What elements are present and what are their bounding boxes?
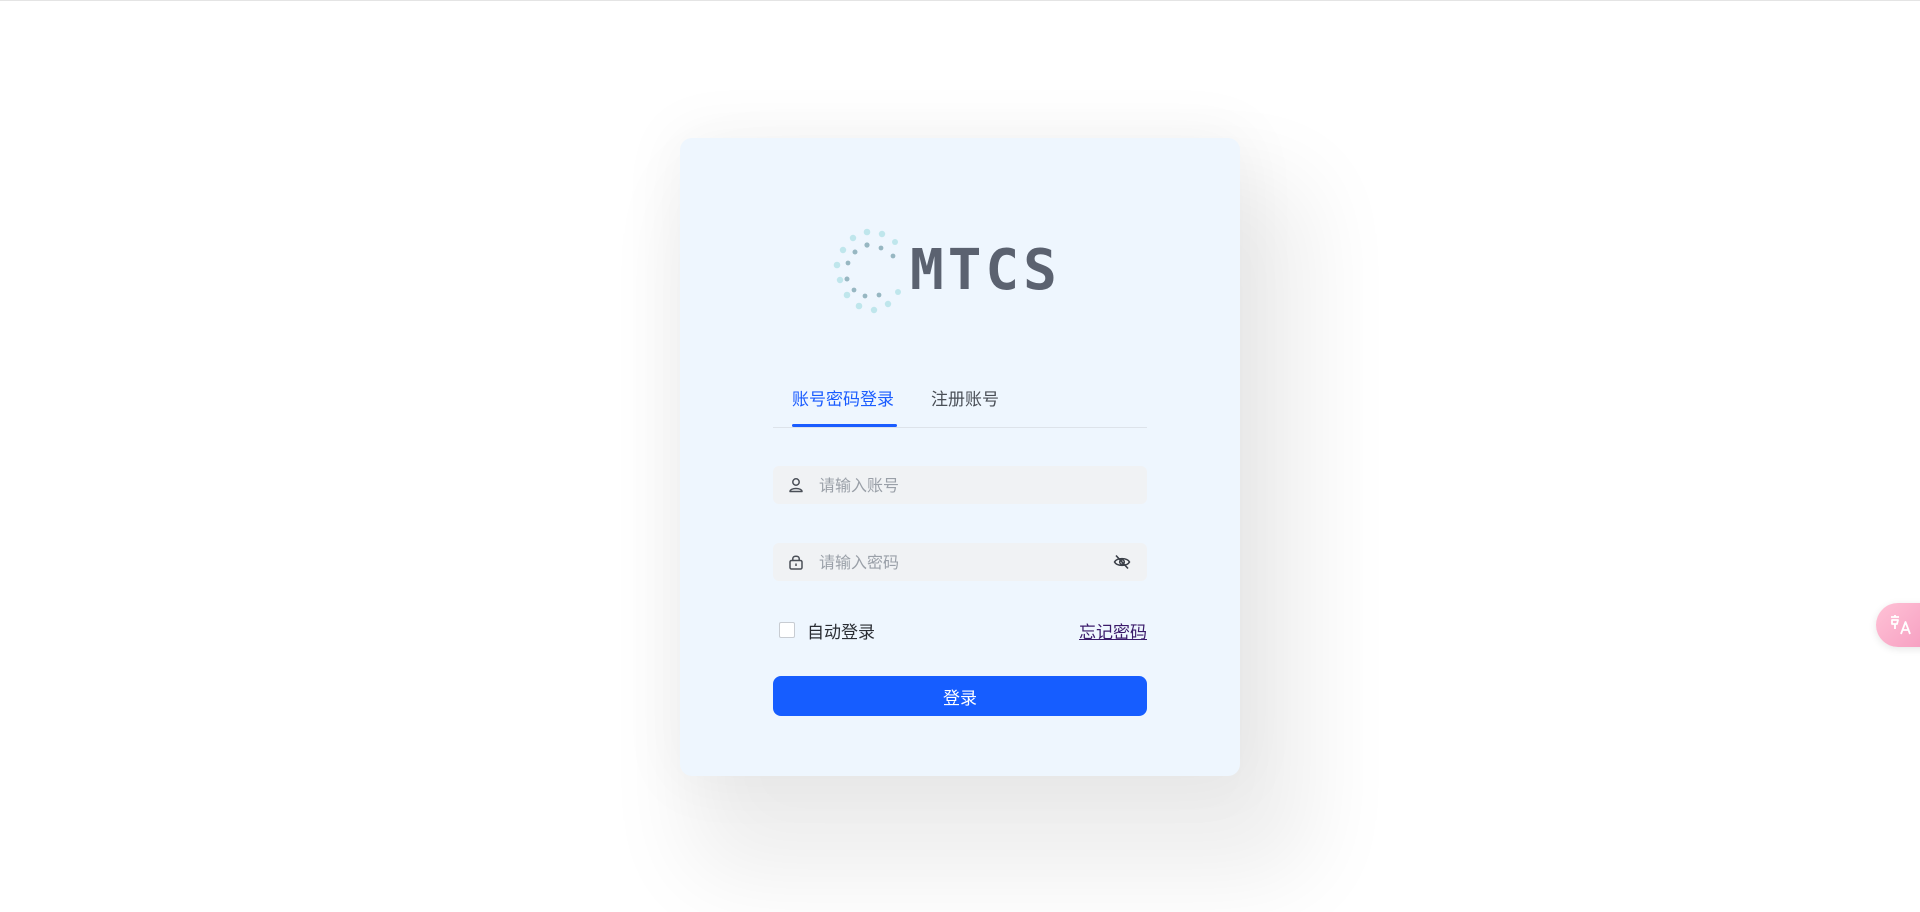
forgot-password-link[interactable]: 忘记密码 [1079,618,1147,643]
login-card: MTCS 账号密码登录 注册账号 自动登录 忘记密码 登录 [680,138,1240,776]
tab-register[interactable]: 注册账号 [931,383,999,426]
brand-name: MTCS [910,238,1061,303]
login-tabs: 账号密码登录 注册账号 [773,383,1147,428]
password-field [773,543,1147,581]
auto-login-checkbox[interactable] [779,622,795,638]
translate-icon [1891,615,1911,635]
brand-logo: MTCS [825,223,1065,333]
active-tab-indicator [792,424,897,427]
account-input[interactable] [819,466,1109,504]
account-field [773,466,1147,504]
auto-login-label: 自动登录 [807,622,875,643]
tab-password-login[interactable]: 账号密码登录 [792,383,894,426]
login-button[interactable]: 登录 [773,676,1147,716]
translate-button[interactable] [1876,603,1920,647]
auto-login-option[interactable]: 自动登录 [779,619,875,643]
user-icon [789,478,803,493]
eye-off-icon[interactable] [1113,553,1131,571]
top-divider [0,0,1920,1]
password-input[interactable] [819,543,1109,581]
lock-icon [789,555,803,570]
